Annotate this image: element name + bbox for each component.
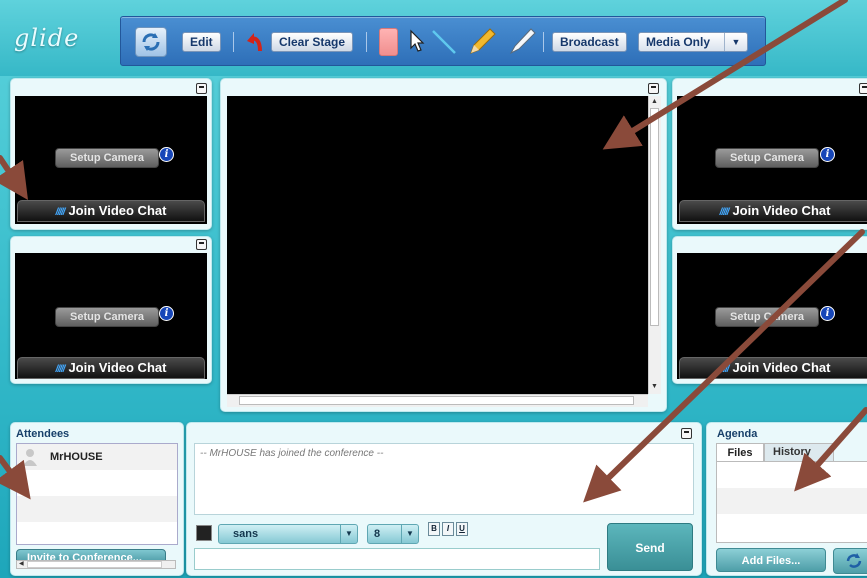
annotation-arrows — [0, 0, 867, 503]
annotation-arrow — [583, 229, 865, 503]
annotation-arrow — [602, 0, 848, 150]
annotation-arrow — [0, 155, 28, 200]
annotation-arrow — [794, 407, 867, 492]
annotation-arrow — [0, 455, 31, 500]
